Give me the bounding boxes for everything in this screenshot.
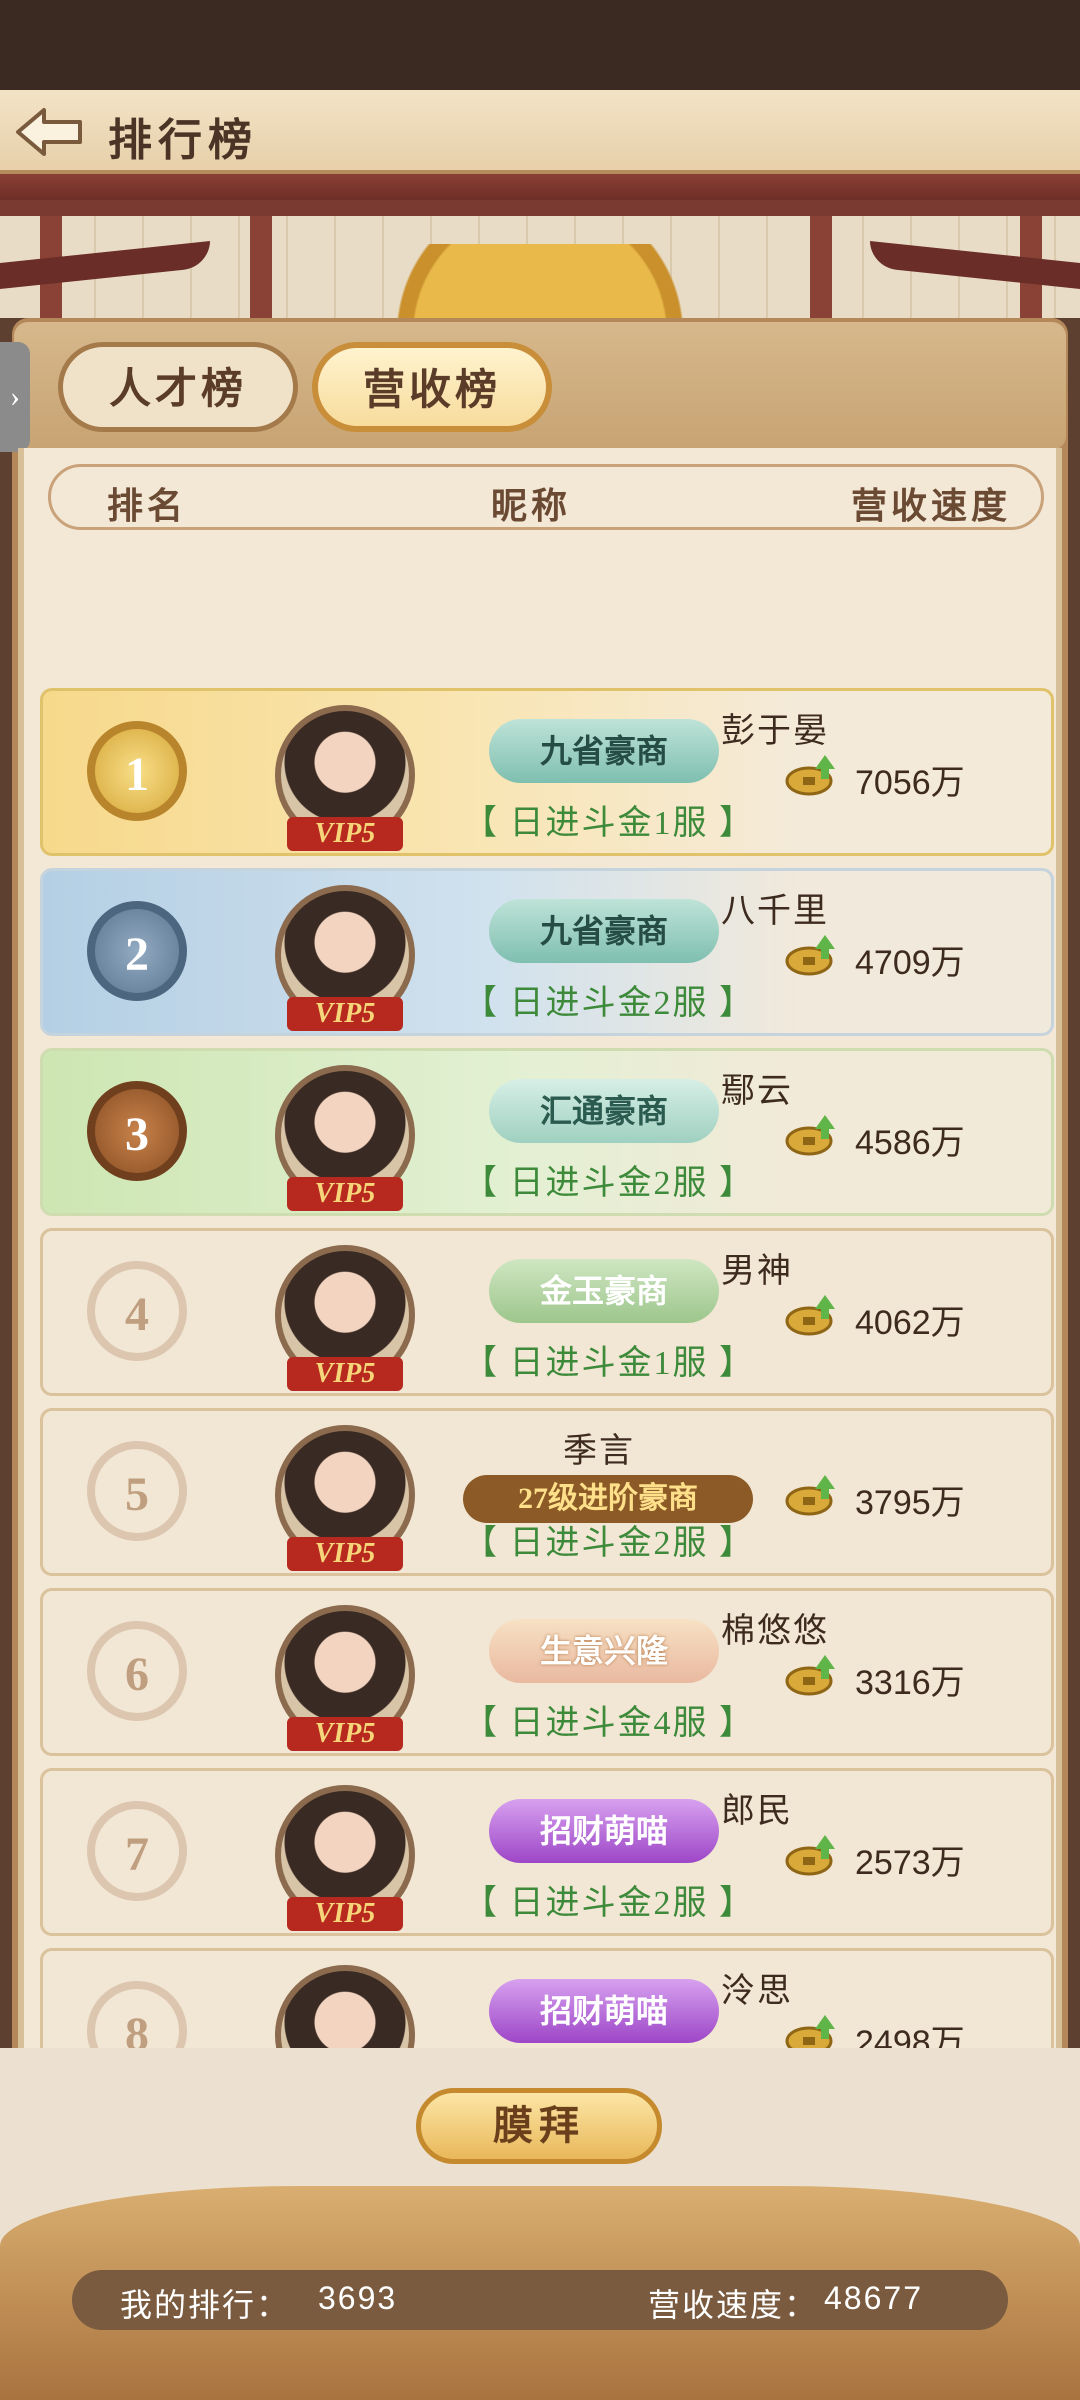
server-name: 【 日进斗金2服 】 [463,985,755,1022]
title-badge: 九省豪商 [489,719,719,783]
revenue-speed: 4062万 [855,1304,965,1342]
tab-revenue[interactable]: 营收榜 [312,342,552,432]
rank-badge: 4 [87,1261,187,1361]
title-badge: 金玉豪商 [489,1259,719,1323]
vip-badge: VIP5 [287,817,403,851]
column-header-rank: 排名 [107,486,188,526]
player-nickname: 男神 [721,1253,793,1290]
rank-badge: 5 [87,1441,187,1541]
my-speed-label: 营收速度： [648,2287,819,2323]
coin-up-icon [785,1295,835,1336]
rank-badge-bronze: 3 [87,1081,187,1181]
ranking-row[interactable]: 2 VIP5 九省豪商 八千里 【 日进斗金2服 】 4709万 [40,868,1054,1036]
revenue-speed: 4586万 [855,1124,965,1162]
back-button[interactable] [14,104,84,160]
ranking-row[interactable]: 3 VIP5 汇通豪商 鄢云 【 日进斗金2服 】 4586万 [40,1048,1054,1216]
server-name: 【 日进斗金2服 】 [463,1525,755,1562]
rank-badge: 8 [87,1981,187,2048]
header-bar: 排行榜 [0,90,1080,174]
player-nickname: 棉悠悠 [721,1613,829,1650]
revenue-speed: 3316万 [855,1664,965,1702]
rank-badge: 7 [87,1801,187,1901]
coin-up-icon [785,1835,835,1876]
server-name: 【 日进斗金1服 】 [463,1345,755,1382]
ranking-rows[interactable]: 1 VIP5 九省豪商 彭于晏 【 日进斗金1服 】 7056万 2 VIP5 … [34,688,1058,2048]
status-bar [0,0,1080,90]
server-name: 【 日进斗金2服 】 [463,1885,755,1922]
side-drawer-handle[interactable]: › [0,342,30,452]
vip-badge: VIP5 [287,1717,403,1751]
worship-button[interactable]: 膜拜 [416,2088,662,2164]
server-name: 【 日进斗金1服 】 [463,805,755,842]
ranking-row[interactable]: 4 VIP5 金玉豪商 男神 【 日进斗金1服 】 4062万 [40,1228,1054,1396]
revenue-speed: 3795万 [855,1484,965,1522]
vip-badge: VIP5 [287,1357,403,1391]
title-badge: 招财萌喵 [489,1799,719,1863]
revenue-speed: 4709万 [855,944,965,982]
roof-beam [0,200,1080,216]
avatar[interactable] [275,1965,415,2048]
tab-bar: 人才榜 营收榜 [14,322,1066,450]
coin-up-icon [785,1655,835,1696]
page-title: 排行榜 [108,116,258,165]
pillar [250,216,272,324]
player-nickname: 季言 [563,1433,635,1470]
coin-up-icon [785,935,835,976]
rank-badge-gold: 1 [87,721,187,821]
player-nickname: 彭于晏 [721,713,829,750]
vip-badge: VIP5 [287,997,403,1031]
ranking-row[interactable]: 7 VIP5 招财萌喵 郎民 【 日进斗金2服 】 2573万 [40,1768,1054,1936]
vip-badge: VIP5 [287,1897,403,1931]
player-nickname: 八千里 [721,893,829,930]
ranking-row[interactable]: 8 招财萌喵 泠思 2498万 [40,1948,1054,2048]
title-badge: 生意兴隆 [489,1619,719,1683]
my-rank-value: 3693 [318,2280,398,2316]
roof-eave-right [870,240,1080,290]
my-rank-label: 我的排行： [120,2287,291,2323]
coin-up-icon [785,1115,835,1156]
roof-eave-left [0,240,210,290]
my-speed-value: 48677 [824,2280,923,2316]
coin-up-icon [785,1475,835,1516]
rank-badge-silver: 2 [87,901,187,1001]
decorative-scene [0,174,1080,334]
column-header-speed: 营收速度 [850,486,1011,526]
my-rank-bar: 我的排行： 3693 营收速度： 48677 [72,2270,1008,2330]
vip-badge: VIP5 [287,1177,403,1211]
ranking-row[interactable]: 5 VIP5 季言 27级进阶豪商 【 日进斗金2服 】 3795万 [40,1408,1054,1576]
title-badge: 招财萌喵 [489,1979,719,2043]
player-nickname: 鄢云 [721,1073,793,1110]
coin-up-icon [785,755,835,796]
column-headers: 排名 昵称 营收速度 [48,464,1044,530]
server-name: 【 日进斗金4服 】 [463,1705,755,1742]
player-nickname: 郎民 [721,1793,793,1830]
revenue-speed: 2498万 [855,2024,965,2048]
vip-badge: VIP5 [287,1537,403,1571]
ranking-list: 排名 昵称 营收速度 1 VIP5 九省豪商 彭于晏 【 日进斗金1服 】 70… [18,448,1062,2048]
rank-badge: 6 [87,1621,187,1721]
title-badge: 九省豪商 [489,899,719,963]
tab-talent[interactable]: 人才榜 [58,342,298,432]
server-name: 【 日进斗金2服 】 [463,1165,755,1202]
ranking-row[interactable]: 6 VIP5 生意兴隆 棉悠悠 【 日进斗金4服 】 3316万 [40,1588,1054,1756]
ranking-row[interactable]: 1 VIP5 九省豪商 彭于晏 【 日进斗金1服 】 7056万 [40,688,1054,856]
player-nickname: 泠思 [721,1973,793,2010]
back-arrow-icon [16,108,82,156]
title-badge: 汇通豪商 [489,1079,719,1143]
chevron-right-icon: › [10,380,20,413]
coin-up-icon [785,2015,835,2048]
revenue-speed: 7056万 [855,764,965,802]
pillar [810,216,832,324]
column-header-nickname: 昵称 [491,486,572,526]
revenue-speed: 2573万 [855,1844,965,1882]
